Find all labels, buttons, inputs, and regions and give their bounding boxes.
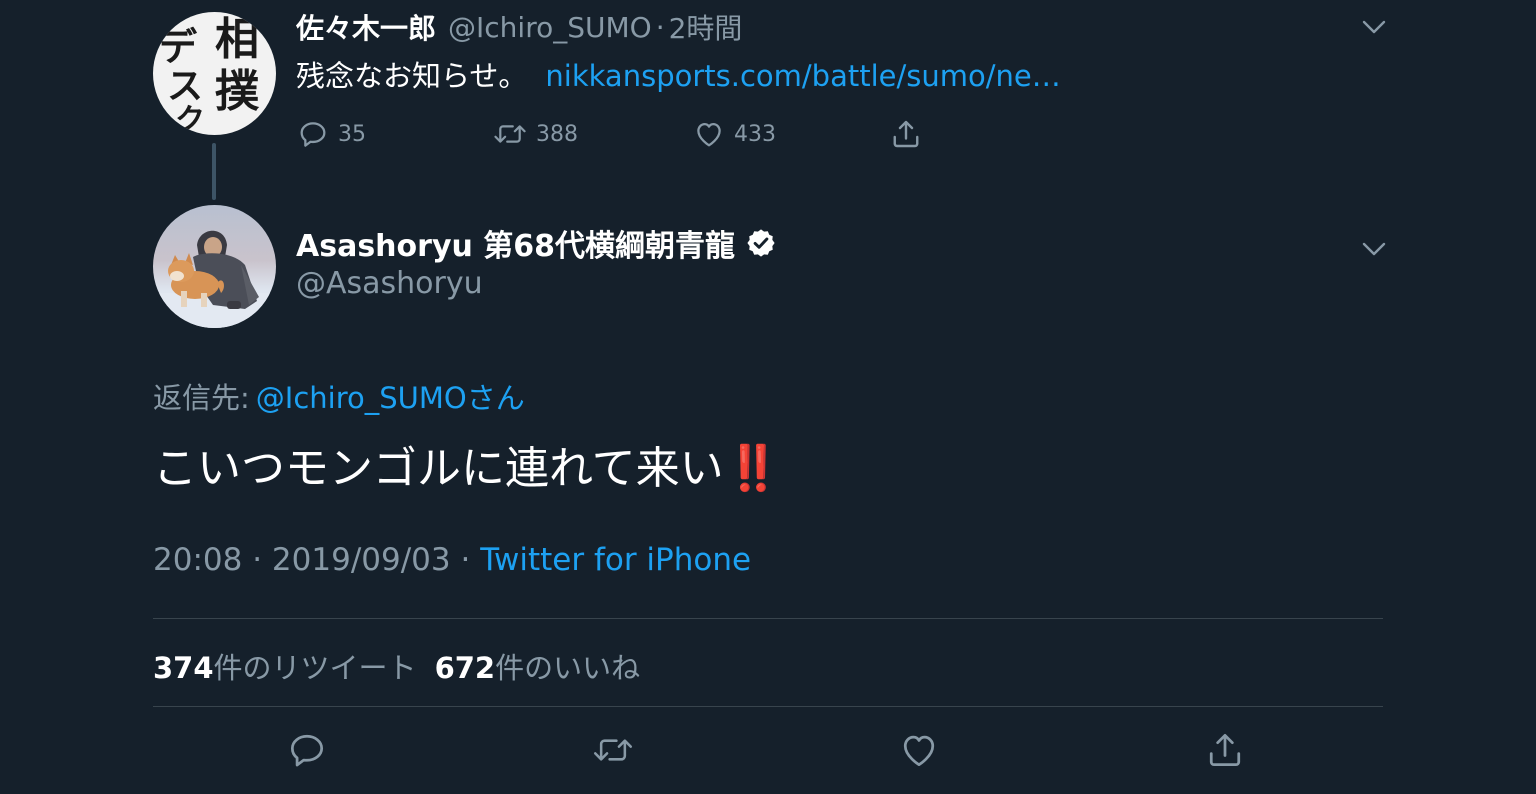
parent-like-count: 433 (734, 121, 776, 147)
focused-tweet-actions (0, 726, 1536, 776)
replying-to-label: 返信先: (153, 381, 250, 415)
likes-stat[interactable]: 672件のいいね (435, 651, 641, 685)
parent-author-avatar[interactable]: 相 撲 デ ス ク (153, 12, 276, 135)
focused-tweet-text: こいつモンゴルに連れて来い‼️ (153, 432, 780, 496)
focused-tweet-header: Asashoryu 第68代横綱朝青龍 (296, 222, 777, 264)
double-exclamation-emoji: ‼️ (725, 443, 781, 494)
engagement-stats: 374件のリツイート 672件のいいね (153, 645, 640, 687)
focused-tweet-body: こいつモンゴルに連れて来い (153, 443, 724, 494)
parent-tweet-link[interactable]: nikkansports.com/battle/sumo/ne… (545, 59, 1060, 93)
divider-bottom (153, 706, 1383, 707)
parent-reply-button[interactable]: 35 (296, 114, 366, 154)
focused-author-name[interactable]: Asashoryu 第68代横綱朝青龍 (296, 221, 735, 265)
parent-tweet-body: 残念なお知らせ。 (296, 59, 528, 93)
header-separator: · (655, 10, 665, 44)
tweet-date: 2019/09/03 (271, 542, 451, 578)
parent-share-button[interactable] (888, 114, 924, 154)
parent-tweet-text: 残念なお知らせ。 nikkansports.com/battle/sumo/ne… (296, 53, 1061, 95)
retweets-count: 374 (153, 651, 214, 685)
tweet-time: 20:08 (153, 542, 243, 578)
reply-icon (300, 122, 326, 147)
retweets-stat[interactable]: 374件のリツイート (153, 651, 417, 685)
avatar-photo-illustration (153, 230, 276, 328)
focused-author-handle[interactable]: @Asashoryu (296, 266, 483, 301)
reply-icon (290, 734, 324, 767)
replying-to-mention[interactable]: @Ichiro_SUMOさん (256, 381, 525, 415)
retweet-icon (494, 125, 526, 143)
likes-count: 672 (434, 651, 496, 685)
focused-author-avatar[interactable] (153, 205, 276, 328)
tweet-detail-screen: 相 撲 デ ス ク 佐々木一郎 @Ichiro_SUMO · 2時間 残念なお知… (0, 0, 1536, 794)
divider-top (153, 618, 1383, 619)
like-button[interactable] (897, 726, 941, 774)
like-icon (697, 122, 721, 147)
replying-to-line: 返信先: @Ichiro_SUMOさん (153, 375, 525, 417)
share-icon (893, 120, 919, 148)
likes-label: 件のいいね (495, 651, 641, 685)
parent-tweet-time: 2時間 (668, 12, 743, 45)
meta-separator: · (460, 542, 471, 578)
parent-author-handle[interactable]: @Ichiro_SUMO (448, 11, 652, 44)
share-icon (1209, 733, 1241, 767)
reply-button[interactable] (285, 726, 329, 774)
parent-like-button[interactable]: 433 (692, 114, 776, 154)
retweet-button[interactable] (591, 726, 635, 774)
tweet-meta-line: 20:08 · 2019/09/03 · Twitter for iPhone (153, 542, 751, 578)
chevron-down-icon[interactable] (1361, 241, 1387, 257)
parent-tweet-header: 佐々木一郎 @Ichiro_SUMO · 2時間 (296, 8, 742, 46)
share-button[interactable] (1203, 726, 1247, 774)
verified-badge-icon (747, 229, 775, 257)
parent-retweet-count: 388 (536, 121, 578, 147)
avatar-glyph: ス (167, 65, 204, 107)
tweet-source-link[interactable]: Twitter for iPhone (480, 542, 751, 578)
retweet-icon (593, 739, 633, 761)
avatar-glyph: 相 (215, 14, 259, 65)
like-icon (903, 735, 935, 767)
parent-retweet-button[interactable]: 388 (492, 114, 578, 154)
avatar-glyph: デ (159, 24, 198, 69)
chevron-down-icon[interactable] (1361, 19, 1387, 35)
avatar-glyph: ク (175, 103, 205, 136)
thread-connector-line (212, 143, 216, 200)
parent-reply-count: 35 (338, 121, 366, 147)
avatar-glyph: 撲 (215, 66, 259, 117)
parent-author-name[interactable]: 佐々木一郎 (296, 7, 436, 47)
meta-separator: · (252, 542, 263, 578)
retweets-label: 件のリツイート (213, 651, 417, 685)
